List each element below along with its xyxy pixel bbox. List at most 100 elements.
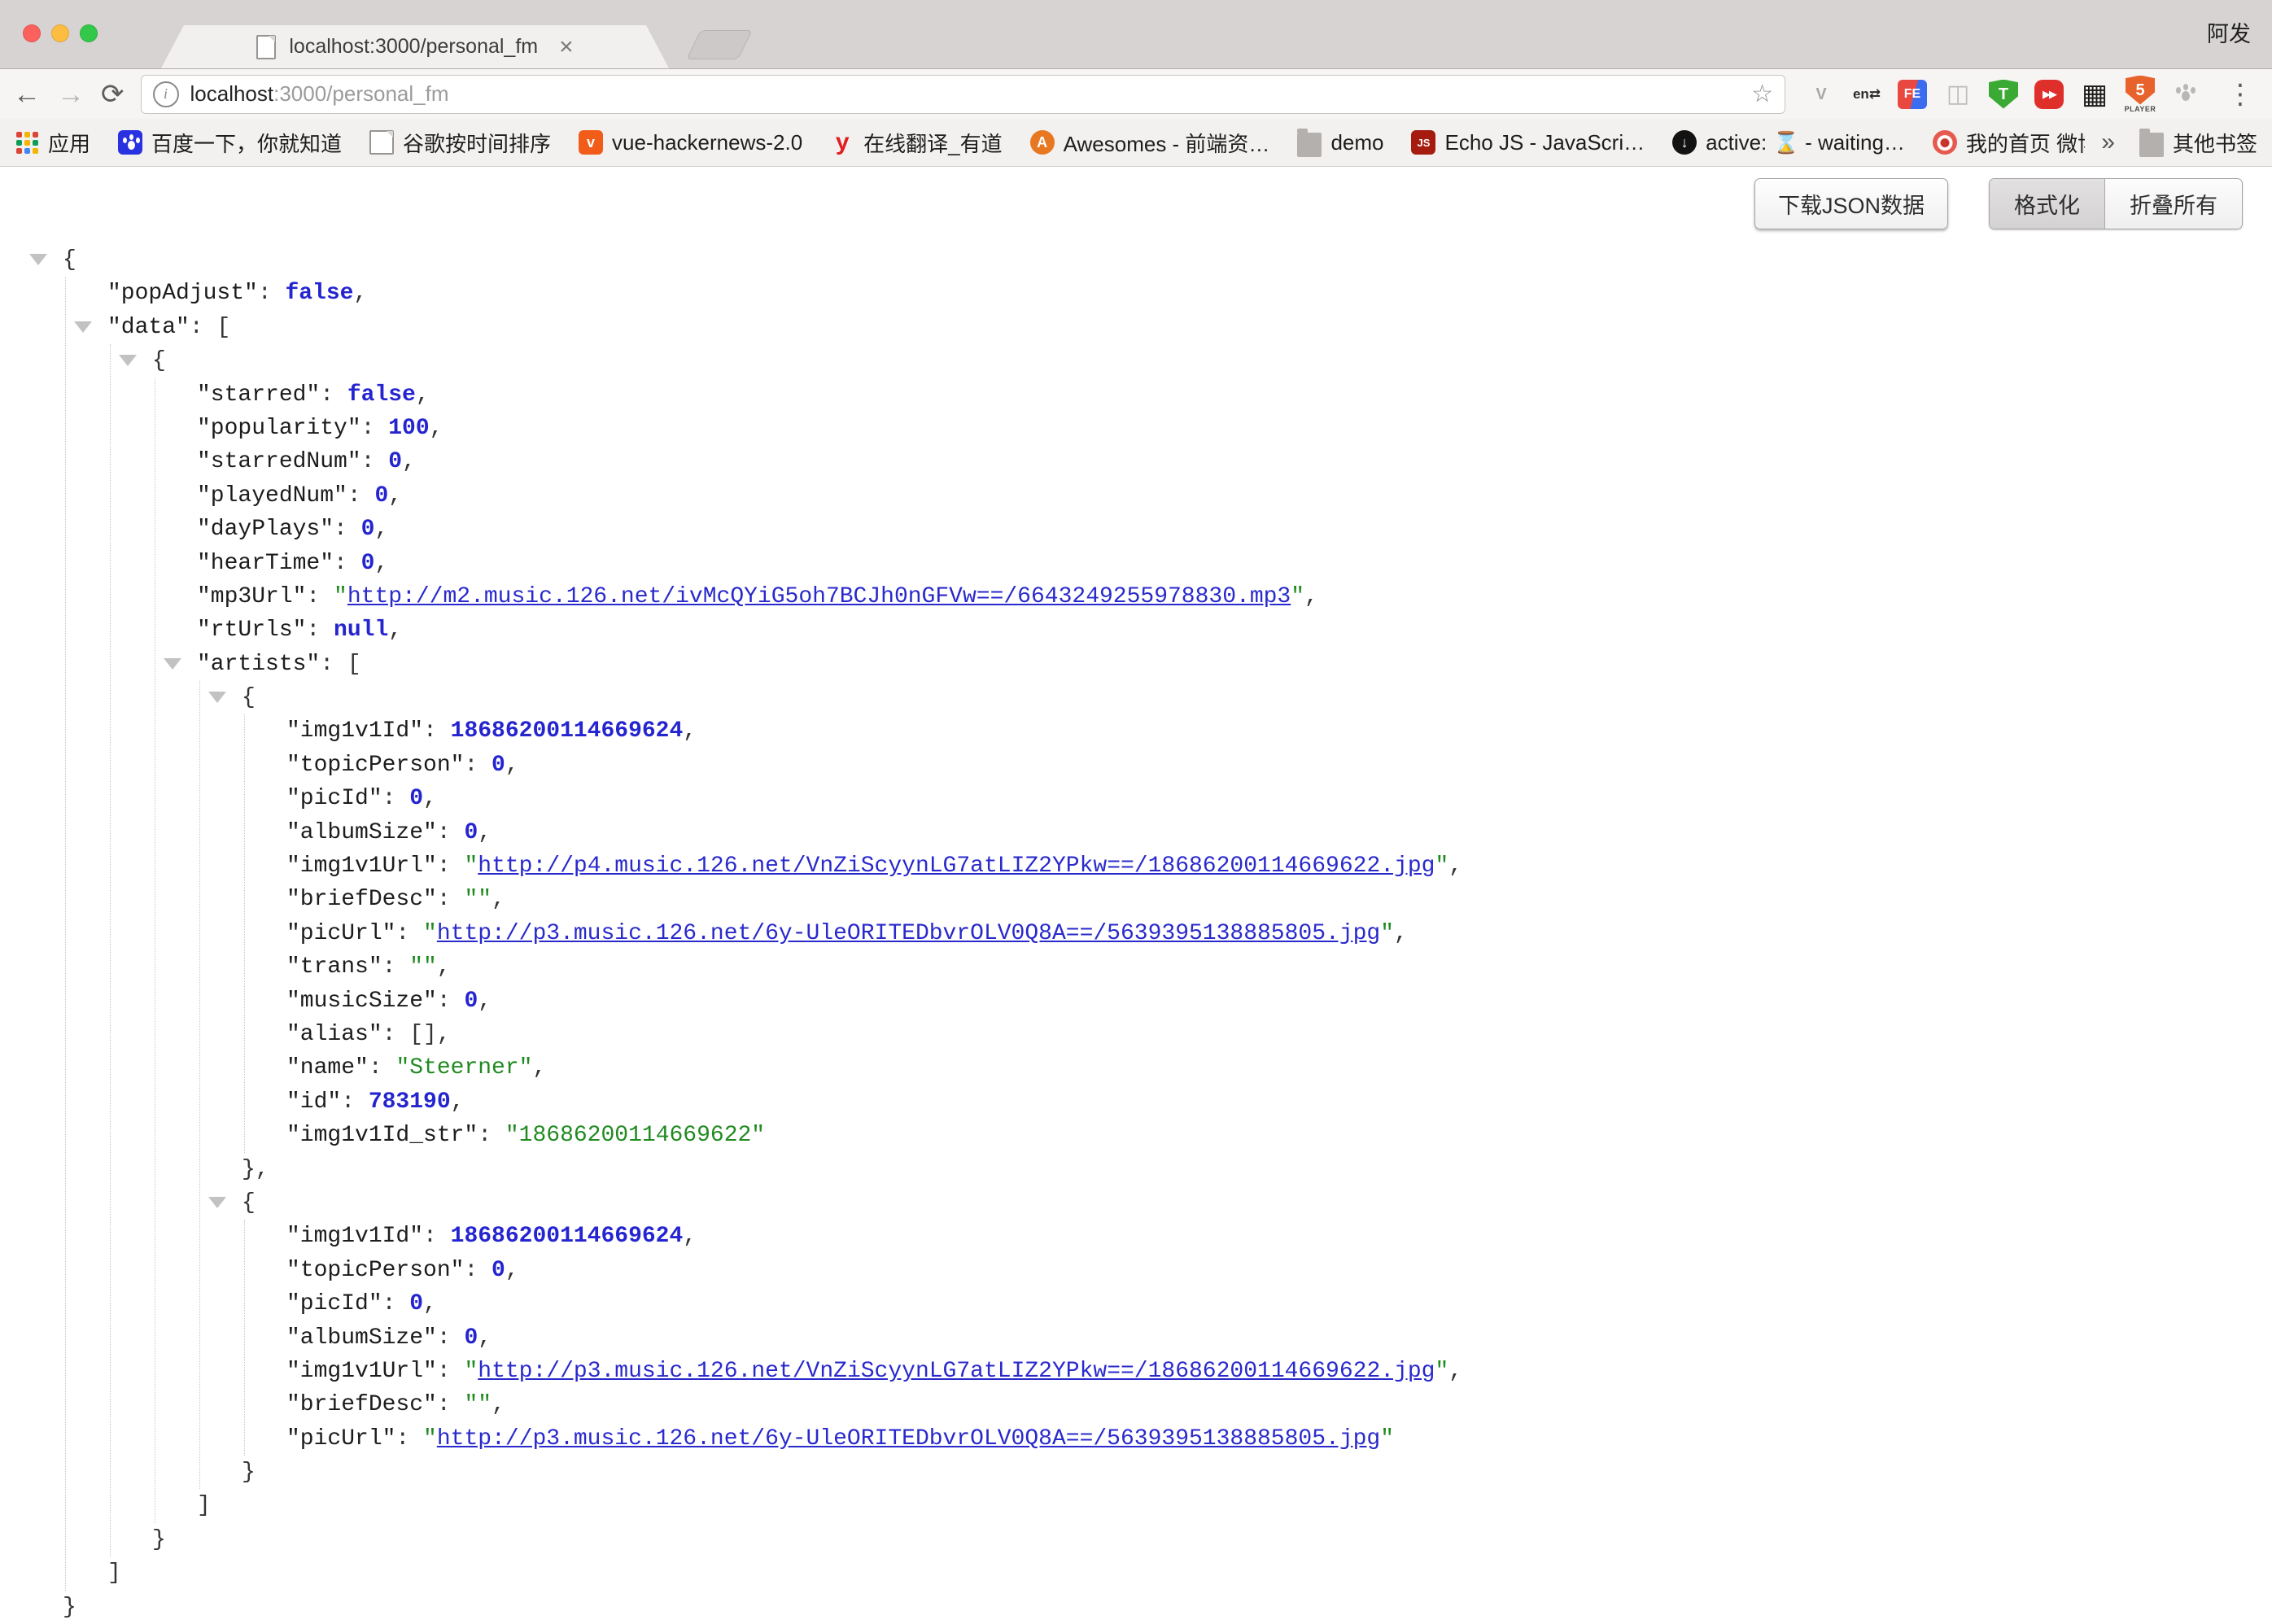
json-token: , [353,281,367,306]
json-url-link[interactable]: http://m2.music.126.net/ivMcQYiG5oh7BCJh… [347,584,1291,609]
json-token: , [683,1224,697,1249]
json-key: "briefDesc" [286,1392,437,1417]
qrcode-extension-icon[interactable]: ▦ [2075,75,2114,114]
json-token: : [382,954,410,980]
json-value: 783190 [369,1089,451,1115]
browser-menu-icon[interactable]: ⋮ [2222,78,2259,111]
vue-extension-icon[interactable]: V [1802,75,1841,114]
tampermonkey-extension-icon[interactable]: T [1984,75,2023,114]
rounded-icon-shape: ▶▶ [2034,80,2064,109]
zoom-window-button[interactable] [80,24,98,42]
json-token: : [464,1258,492,1283]
json-line: }, [242,1153,2272,1186]
json-token: " [1435,1359,1448,1384]
bookmark-star-icon[interactable]: ☆ [1751,80,1773,108]
bookmark-weibo[interactable]: 我的首页 微博-随时… [1933,128,2085,158]
triangle-down-icon [29,254,47,265]
json-token: : [382,1022,410,1047]
bookmark-google-sorted-label: 谷歌按时间排序 [403,128,551,158]
json-token: , [492,1392,505,1417]
json-key: "trans" [286,954,382,980]
json-token: , [1448,1359,1462,1384]
collapse-toggle-icon[interactable] [115,344,152,378]
json-token: : [382,786,410,811]
new-tab-button[interactable] [686,30,753,59]
json-line: "playedNum": 0, [197,479,2272,513]
json-value: 0 [492,1258,505,1283]
json-line: "picId": 0, [286,1287,2272,1321]
json-token: : [437,853,465,879]
back-button[interactable]: ← [13,81,41,108]
active-tab[interactable]: localhost:3000/personal_fm × [161,25,669,68]
json-token: , [388,618,402,643]
other-bookmarks-label: 其他书签 [2173,128,2257,158]
url-path: :3000/personal_fm [273,81,448,106]
json-token: , [388,483,402,509]
bookmark-google-sorted[interactable]: 谷歌按时间排序 [369,128,551,158]
json-line: "rtUrls": null, [197,613,2272,647]
format-button[interactable]: 格式化 [1990,179,2105,229]
json-url-link[interactable]: http://p4.music.126.net/VnZiScyynLG7atLI… [478,853,1435,879]
json-line: "img1v1Id_str": "18686200114669622" [286,1119,2272,1152]
triangle-down-icon [208,692,226,703]
fe-extension-icon[interactable]: FE [1893,75,1932,114]
json-token: " [464,853,478,879]
sitemap-extension-icon[interactable]: ◫ [1938,75,1977,114]
tab-title: localhost:3000/personal_fm [289,35,538,59]
bookmark-demo-folder[interactable]: demo [1297,129,1383,157]
tab-close-icon[interactable]: × [559,35,574,59]
html5-player-extension-icon-label: PLAYER [2125,106,2156,113]
json-value: 0 [464,1325,478,1351]
bookmark-apps[interactable]: 应用 [15,128,90,158]
json-token: , [430,416,443,441]
forward-button[interactable]: → [57,81,85,108]
json-token: , [402,449,416,474]
bookmark-youdao-translate[interactable]: y在线翻译_有道 [830,128,1002,158]
extension-icons: Ven⇄FE◫T ▶▶ ▦5PLAYER [1802,75,2205,114]
collapse-toggle-icon[interactable] [204,681,242,714]
bookmark-echojs[interactable]: JSEcho JS - JavaScri… [1411,130,1645,155]
json-url-link[interactable]: http://p3.music.126.net/VnZiScyynLG7atLI… [478,1359,1435,1384]
other-bookmarks-folder[interactable]: 其他书签 [2139,128,2257,158]
json-token: , [423,1291,437,1316]
collapse-all-button[interactable]: 折叠所有 [2105,179,2242,229]
page-info-icon[interactable]: i [153,81,179,107]
collapse-toggle-icon[interactable] [70,311,107,344]
plain-icon-shape: y [830,130,854,155]
json-token: : [341,1089,369,1115]
download-json-button[interactable]: 下载JSON数据 [1754,178,1948,229]
browser-window: localhost:3000/personal_fm × 阿发 ← → ⟳ i … [0,0,2272,1427]
paw-extension-icon[interactable] [2166,75,2205,114]
bookmark-vue-hackernews-label: vue-hackernews-2.0 [612,130,802,155]
close-window-button[interactable] [23,24,41,42]
minimize-window-button[interactable] [51,24,69,42]
json-line: "mp3Url": "http://m2.music.126.net/ivMcQ… [197,580,2272,613]
translate-extension-icon[interactable]: en⇄ [1847,75,1886,114]
json-token: { [242,685,256,710]
json-token: : [437,989,465,1014]
bookmarks-overflow-icon[interactable]: » [2101,129,2115,156]
collapse-toggle-icon[interactable] [159,648,197,681]
json-line: "dayPlays": 0, [197,513,2272,546]
json-token: [ [216,315,230,340]
bookmark-vue-hackernews[interactable]: vvue-hackernews-2.0 [579,130,802,155]
json-token: , [374,551,388,576]
json-line: "alias": [], [286,1018,2272,1051]
json-url-link[interactable]: http://p3.music.126.net/6y-UleORITEDbvrO… [437,921,1380,946]
fastforward-extension-icon[interactable]: ▶▶ [2030,75,2069,114]
reload-button[interactable]: ⟳ [101,81,125,108]
json-line: "albumSize": 0, [286,1321,2272,1355]
collapse-toggle-icon[interactable] [25,243,63,277]
bookmark-apps-label: 应用 [48,128,90,158]
bookmark-baidu[interactable]: 百度一下，你就知道 [118,128,342,158]
address-bar[interactable]: i localhost:3000/personal_fm ☆ [141,75,1786,114]
json-line: "topicPerson": 0, [286,1254,2272,1287]
collapse-toggle-icon[interactable] [204,1186,242,1220]
circle-icon-shape: A [1030,130,1055,155]
bookmark-active-download[interactable]: ↓active: ⌛ - waiting… [1672,130,1905,155]
html5-player-extension-icon[interactable]: 5PLAYER [2121,75,2160,114]
json-token: [ [347,652,361,677]
bookmark-awesomes[interactable]: AAwesomes - 前端资… [1030,128,1270,158]
json-token: : [361,449,389,474]
json-url-link[interactable]: http://p3.music.126.net/6y-UleORITEDbvrO… [437,1426,1380,1452]
